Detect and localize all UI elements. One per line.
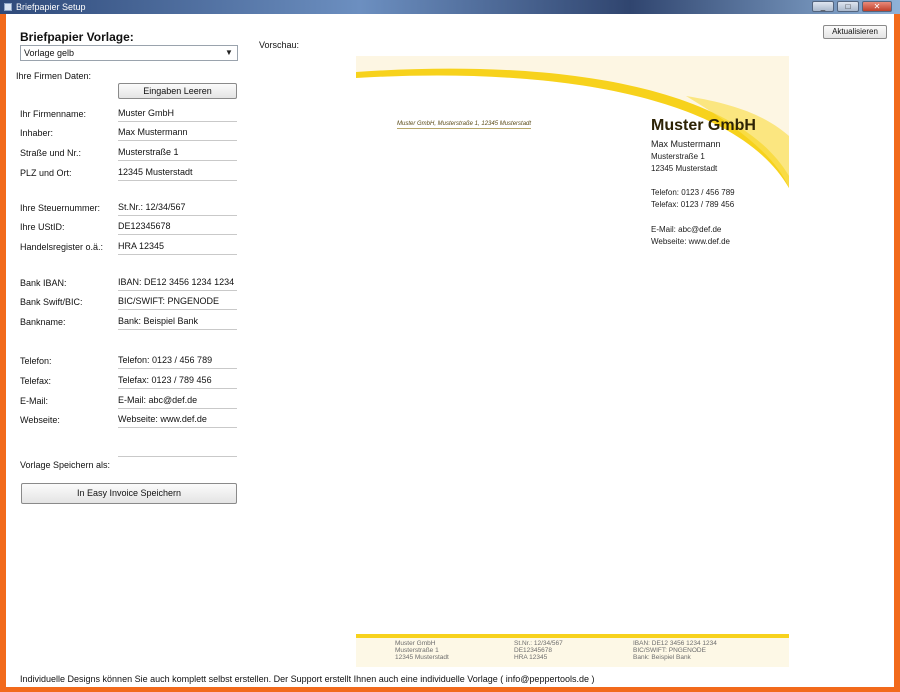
email-input[interactable]: E-Mail: abc@def.de <box>118 393 237 409</box>
footer-text: HRA 12345 <box>514 654 548 661</box>
template-heading: Briefpapier Vorlage: <box>20 30 134 44</box>
vat-id-input[interactable]: DE12345678 <box>118 219 237 235</box>
field-label-phone: Telefon: <box>20 356 52 366</box>
field-label-iban: Bank IBAN: <box>20 278 67 288</box>
footer-text: DE12345678 <box>514 647 552 654</box>
footer-column-address: Muster GmbH Musterstraße 1 12345 Musters… <box>395 640 449 661</box>
street-input[interactable]: Musterstraße 1 <box>118 145 237 161</box>
fax-input[interactable]: Telefax: 0123 / 789 456 <box>118 373 237 389</box>
footer-text: St.Nr.: 12/34/567 <box>514 640 563 647</box>
footer-text: Muster GmbH <box>395 640 436 647</box>
field-label-register: Handelsregister o.ä.: <box>20 242 104 252</box>
field-label-company: Ihr Firmenname: <box>20 109 87 119</box>
phone-input[interactable]: Telefon: 0123 / 456 789 <box>118 353 237 369</box>
main-window: Briefpapier Vorlage: Vorlage gelb ▼ Ihre… <box>6 14 894 687</box>
footer-column-bank: IBAN: DE12 3456 1234 1234 BIC/SWIFT: PNG… <box>633 640 717 661</box>
save-easy-invoice-button[interactable]: In Easy Invoice Speichern <box>21 483 237 504</box>
field-label-website: Webseite: <box>20 415 60 425</box>
field-label-fax: Telefax: <box>20 376 52 386</box>
window-controls: _ □ ✕ <box>812 1 892 12</box>
footer-column-tax: St.Nr.: 12/34/567 DE12345678 HRA 12345 <box>514 640 563 661</box>
field-label-city: PLZ und Ort: <box>20 168 72 178</box>
maximize-button[interactable]: □ <box>837 1 859 12</box>
footer-text: Bank: Beispiel Bank <box>633 654 691 661</box>
bank-name-input[interactable]: Bank: Beispiel Bank <box>118 314 237 330</box>
footer-text: 12345 Musterstadt <box>395 654 449 661</box>
preview-company: Muster GmbH <box>651 117 756 134</box>
field-label-owner: Inhaber: <box>20 128 54 138</box>
minimize-button[interactable]: _ <box>812 1 834 12</box>
field-label-vat-id: Ihre UStID: <box>20 222 65 232</box>
footer-text: BIC/SWIFT: PNGENODE <box>633 647 706 654</box>
refresh-button[interactable]: Aktualisieren <box>823 25 887 39</box>
preview-owner: Max Mustermann <box>651 139 721 149</box>
save-as-input[interactable] <box>118 441 237 457</box>
preview-fax: Telefax: 0123 / 789 456 <box>651 200 735 209</box>
preview-phone: Telefon: 0123 / 456 789 <box>651 188 735 197</box>
clear-inputs-button[interactable]: Eingaben Leeren <box>118 83 237 99</box>
preview-website: Webseite: www.def.de <box>651 237 731 246</box>
city-input[interactable]: 12345 Musterstadt <box>118 165 237 181</box>
app-icon <box>4 3 12 11</box>
chevron-down-icon: ▼ <box>225 48 233 57</box>
footer-text: IBAN: DE12 3456 1234 1234 <box>633 640 717 647</box>
preview-street: Musterstraße 1 <box>651 152 705 161</box>
template-select[interactable]: Vorlage gelb ▼ <box>20 45 238 61</box>
support-note: Individuelle Designs können Sie auch kom… <box>20 674 595 684</box>
close-button[interactable]: ✕ <box>862 1 892 12</box>
field-label-email: E-Mail: <box>20 396 49 406</box>
bic-input[interactable]: BIC/SWIFT: PNGENODE <box>118 294 237 310</box>
template-select-value: Vorlage gelb <box>24 48 75 58</box>
iban-input[interactable]: IBAN: DE12 3456 1234 1234 <box>118 275 237 291</box>
save-as-label: Vorlage Speichern als: <box>20 460 111 470</box>
preview-sender-line: Muster GmbH, Musterstraße 1, 12345 Muste… <box>397 121 532 129</box>
field-label-bank-name: Bankname: <box>20 317 66 327</box>
field-label-street: Straße und Nr.: <box>20 148 82 158</box>
company-data-label: Ihre Firmen Daten: <box>16 71 92 81</box>
preview-email: E-Mail: abc@def.de <box>651 225 722 234</box>
window-titlebar: Briefpapier Setup _ □ ✕ <box>0 0 900 14</box>
tax-number-input[interactable]: St.Nr.: 12/34/567 <box>118 200 237 216</box>
company-name-input[interactable]: Muster GmbH <box>118 106 237 122</box>
letterhead-swoosh-graphic <box>356 56 789 188</box>
website-input[interactable]: Webseite: www.def.de <box>118 412 237 428</box>
register-input[interactable]: HRA 12345 <box>118 239 237 255</box>
field-label-bic: Bank Swift/BIC: <box>20 297 83 307</box>
preview-city: 12345 Musterstadt <box>651 164 718 173</box>
preview-label: Vorschau: <box>259 40 300 50</box>
footer-text: Musterstraße 1 <box>395 647 439 654</box>
owner-input[interactable]: Max Mustermann <box>118 125 237 141</box>
window-title: Briefpapier Setup <box>16 2 86 12</box>
letterhead-preview: Muster GmbH, Musterstraße 1, 12345 Muste… <box>356 56 789 667</box>
field-label-tax-number: Ihre Steuernummer: <box>20 203 101 213</box>
